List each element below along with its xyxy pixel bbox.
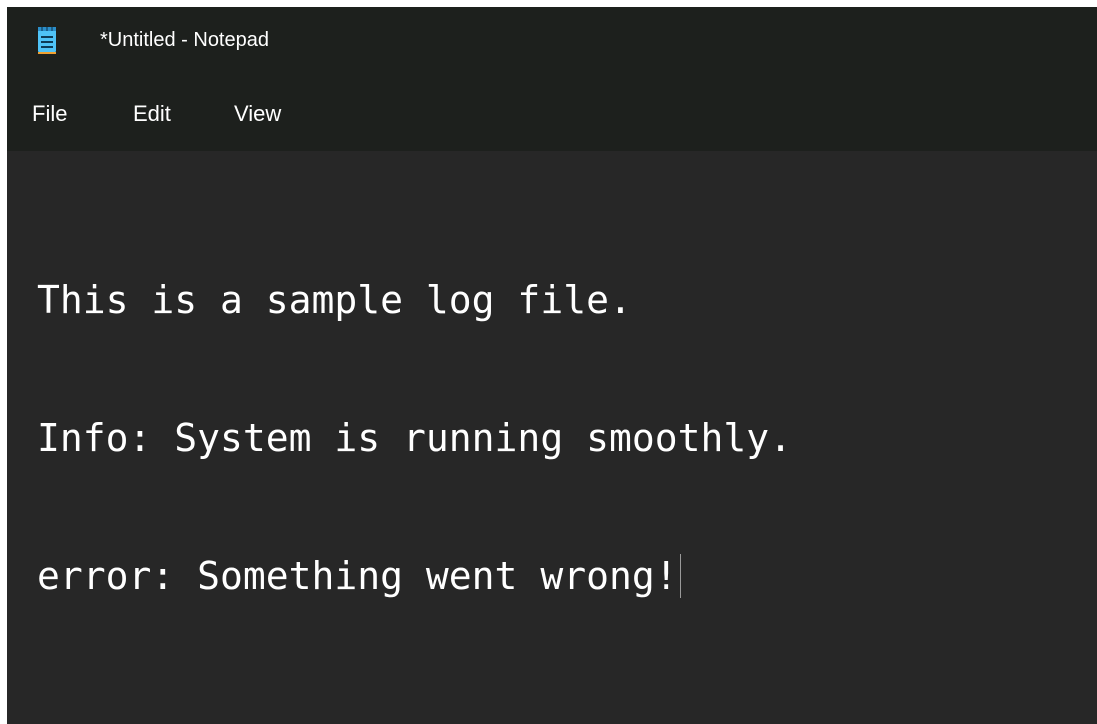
- editor-line: This is a sample log file.: [37, 278, 632, 322]
- menu-bar: File Edit View: [7, 73, 1097, 151]
- menu-file[interactable]: File: [32, 100, 67, 128]
- editor-line-text: error: Something went wrong!: [37, 554, 678, 598]
- editor-line-last: error: Something went wrong!: [37, 553, 792, 599]
- text-caret: [679, 554, 681, 598]
- title-bar[interactable]: *Untitled - Notepad: [7, 7, 1097, 73]
- menu-view[interactable]: View: [234, 100, 281, 128]
- editor-line: Info: System is running smoothly.: [37, 416, 792, 460]
- notepad-window: *Untitled - Notepad File Edit View This …: [7, 7, 1097, 724]
- menu-edit[interactable]: Edit: [133, 100, 171, 128]
- editor-content[interactable]: This is a sample log file. Info: System …: [37, 185, 792, 691]
- notepad-icon: [38, 27, 56, 54]
- window-title: *Untitled - Notepad: [100, 29, 269, 51]
- text-editor[interactable]: This is a sample log file. Info: System …: [7, 151, 1097, 724]
